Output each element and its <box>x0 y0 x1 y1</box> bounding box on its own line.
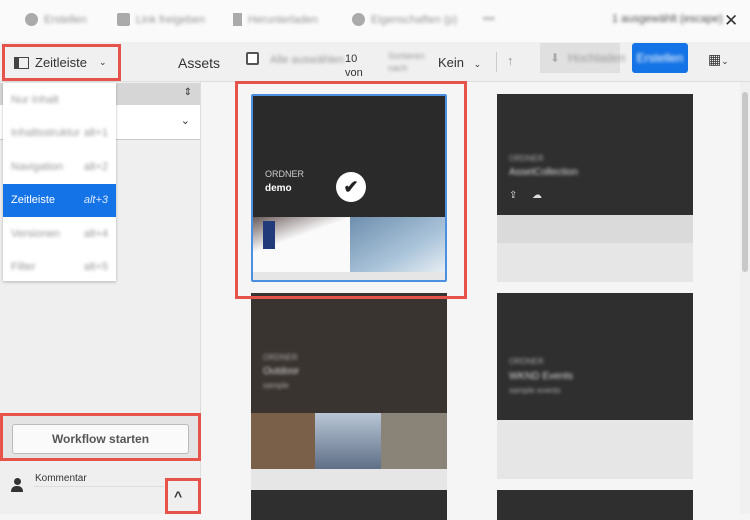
card-title: WKND Events <box>509 371 573 382</box>
chevron-up-icon[interactable]: ^ <box>174 488 182 504</box>
menu-item-content-only[interactable]: Nur Inhalt <box>3 83 116 117</box>
cloud-icon: ☁ <box>532 190 542 201</box>
comment-input[interactable] <box>34 486 164 514</box>
chevron-down-icon: ⌄ <box>180 115 190 127</box>
card-type: ORDNER <box>265 169 305 179</box>
workflow-area: Workflow starten <box>0 413 200 461</box>
checkmark-icon[interactable]: ✔ <box>336 172 366 202</box>
menu-item-versions[interactable]: Versionen alt+4 <box>3 217 116 251</box>
folder-card-demo[interactable]: ORDNER demo ✔ <box>251 94 447 282</box>
card-type: ORDNER <box>263 353 298 362</box>
thumbnail-image <box>315 413 381 469</box>
folder-card[interactable]: ORDNER WKND Events sample events <box>497 293 693 479</box>
thumbnail-image <box>251 413 315 469</box>
share-icon: ⇪ <box>509 190 518 201</box>
menu-item-navigation[interactable]: Navigation alt+2 <box>3 150 116 184</box>
rail-menu: Nur Inhalt Inhaltsstruktur alt+1 Navigati… <box>3 83 116 281</box>
create-action[interactable]: Erstellen <box>25 13 87 26</box>
create-icon <box>25 13 38 26</box>
thumbnail-climber-image <box>253 217 350 272</box>
panel-icon <box>14 56 29 69</box>
download-icon <box>233 13 242 26</box>
view-switcher[interactable]: ▦ ⌄ <box>708 51 729 68</box>
start-workflow-button[interactable]: Workflow starten <box>12 424 189 454</box>
share-icon <box>117 13 130 26</box>
page-title: Assets <box>178 55 221 71</box>
card-type: ORDNER <box>509 357 544 366</box>
folder-card[interactable]: ORDNER Outdoor sample <box>251 293 447 493</box>
toolbar: Zeitleiste ⌄ Assets Alle auswählen 10 von… <box>0 42 750 93</box>
chevron-down-icon: ⌄ <box>473 59 482 69</box>
share-link-action[interactable]: Link freigeben <box>117 13 205 26</box>
grid-view-icon: ▦ <box>708 51 721 67</box>
folder-card[interactable] <box>497 490 693 520</box>
thumbnail-image <box>381 413 447 469</box>
selection-count: 1 ausgewählt (escape) <box>612 13 723 25</box>
close-icon[interactable]: ✕ <box>724 11 738 31</box>
select-all-label[interactable]: Alle auswählen <box>270 54 344 66</box>
user-icon <box>11 478 24 492</box>
info-icon <box>352 13 365 26</box>
asset-grid: ORDNER demo ✔ ORDNER AssetCollection ⇪ ☁… <box>201 82 740 520</box>
download-action[interactable]: Herunterladen <box>233 13 318 26</box>
more-actions[interactable]: ••• <box>483 13 495 25</box>
select-all-checkbox[interactable] <box>246 52 259 65</box>
chevron-down-icon: ⌄ <box>721 56 728 66</box>
create-button[interactable]: Erstellen <box>632 43 688 73</box>
chevron-down-icon: ⌄ <box>99 57 107 67</box>
download-icon: ⬇ <box>550 51 561 65</box>
sort-direction-icon[interactable]: ↑ <box>507 53 514 68</box>
comment-label: Kommentar <box>35 473 87 484</box>
rail-selector[interactable]: Zeitleiste ⌄ <box>14 55 107 70</box>
sort-select[interactable]: Kein ⌄ <box>438 55 481 70</box>
card-title: Outdoor <box>263 366 300 377</box>
card-title: AssetCollection <box>509 167 578 178</box>
folder-card[interactable] <box>251 490 447 520</box>
card-footer <box>497 215 693 243</box>
folder-card[interactable]: ORDNER AssetCollection ⇪ ☁ <box>497 94 693 282</box>
menu-item-filter[interactable]: Filter alt+5 <box>3 251 116 285</box>
properties-action[interactable]: Eigenschaften (p) <box>352 13 457 26</box>
action-bar: Erstellen Link freigeben Herunterladen E… <box>0 0 750 42</box>
card-subtitle: sample events <box>509 386 561 395</box>
thumbnail-snow-image <box>350 217 445 272</box>
scrollbar-thumb[interactable] <box>742 92 748 272</box>
card-type: ORDNER <box>509 154 544 163</box>
scrollbar[interactable] <box>740 82 750 514</box>
divider <box>496 52 497 72</box>
upload-button[interactable]: ⬇ Hochladen <box>540 43 625 73</box>
card-title: demo <box>265 183 292 194</box>
menu-item-content-tree[interactable]: Inhaltsstruktur alt+1 <box>3 117 116 151</box>
menu-item-timeline[interactable]: Zeitleiste alt+3 <box>3 183 116 217</box>
sort-label: Sortieren nach <box>388 51 425 73</box>
card-subtitle: sample <box>263 381 289 390</box>
chevron-updown-icon: ⇕ <box>183 87 192 98</box>
